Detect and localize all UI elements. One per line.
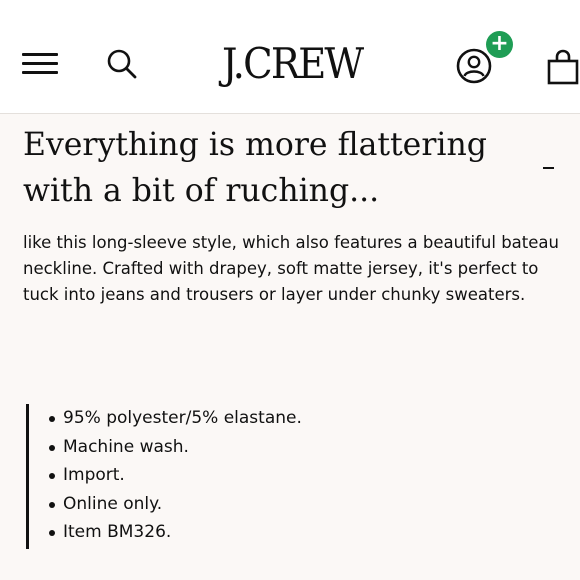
detail-text: 95% polyester/5% elastane. [63, 408, 302, 428]
search-icon[interactable] [104, 46, 140, 82]
list-item: Import. [29, 461, 549, 490]
bullet-icon [49, 444, 55, 451]
account-badge: + [486, 31, 513, 58]
menu-line [22, 62, 58, 65]
detail-text: Import. [63, 465, 125, 485]
hamburger-menu-icon[interactable] [22, 52, 58, 76]
menu-line [22, 53, 58, 56]
bullet-icon [49, 530, 55, 536]
detail-text: Item BM326. [63, 522, 172, 542]
list-item: Online only. [29, 490, 549, 519]
list-item: Item BM326. [29, 518, 549, 547]
bullet-icon [49, 473, 55, 479]
shopping-bag-icon[interactable] [546, 48, 580, 86]
collapse-toggle-icon[interactable] [543, 167, 554, 169]
site-header: J.CREW + [0, 0, 580, 114]
menu-line [22, 71, 58, 74]
brand-logo[interactable]: J.CREW [222, 38, 383, 90]
list-item: 95% polyester/5% elastane. [29, 404, 549, 433]
detail-text: Machine wash. [63, 436, 189, 457]
detail-text: Online only. [63, 493, 163, 514]
list-item: Machine wash. [29, 433, 549, 462]
bullet-icon [49, 416, 55, 422]
product-description: like this long-sleeve style, which also … [23, 233, 559, 304]
product-details-list: 95% polyester/5% elastane. Machine wash.… [26, 404, 549, 549]
product-title: Everything is more flattering with a bit… [23, 127, 487, 209]
bullet-icon [49, 501, 55, 508]
